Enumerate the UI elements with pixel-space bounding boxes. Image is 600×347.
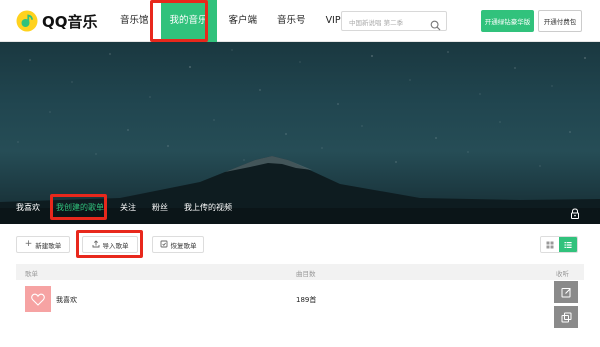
column-plays: 收听 [556,270,569,278]
tab-uploaded-videos[interactable]: 我上传的视频 [176,198,240,218]
nav-client[interactable]: 客户端 [219,0,268,42]
tab-following[interactable]: 关注 [112,198,144,218]
profile-tabs: 我喜欢 我创建的歌单 关注 粉丝 我上传的视频 [0,192,600,224]
track-count: 189首 [296,296,317,304]
tab-my-likes[interactable]: 我喜欢 [8,198,48,218]
upload-icon [92,239,100,250]
nav-music-account[interactable]: 音乐号 [267,0,316,42]
plus-icon: + [24,239,33,249]
restore-playlist-label: 恢复歌单 [170,241,197,250]
lock-icon[interactable] [570,204,580,219]
back-to-top-button[interactable] [554,306,578,328]
top-header: QQ音乐 音乐馆 我的音乐 客户端 音乐号 VIP 中国新说唱 第二季 开通绿钻… [0,0,600,42]
heart-icon [31,293,45,306]
restore-playlist-button[interactable]: 恢复歌单 [152,236,204,253]
playlist-table-header: 歌单 曲目数 收听 [16,264,584,280]
nav-music-hall[interactable]: 音乐馆 [110,0,159,42]
playlist-cover[interactable] [25,286,51,312]
feedback-button[interactable] [554,281,578,303]
copy-icon [561,312,571,322]
new-playlist-label: 新建歌单 [35,241,62,250]
import-playlist-button[interactable]: 导入歌单 [82,236,138,253]
search-icon[interactable] [430,16,441,31]
search-input[interactable]: 中国新说唱 第二季 [341,11,447,31]
new-playlist-button[interactable]: + 新建歌单 [16,236,70,253]
grid-view-icon[interactable] [541,237,559,252]
import-playlist-label: 导入歌单 [102,241,129,250]
search-placeholder: 中国新说唱 第二季 [349,19,404,27]
logo-text: QQ音乐 [42,12,98,31]
tab-created-playlists[interactable]: 我创建的歌单 [48,198,112,218]
restore-icon [160,240,168,250]
nav-my-music[interactable]: 我的音乐 [160,0,217,42]
main-nav: 音乐馆 我的音乐 客户端 音乐号 VIP [110,0,351,42]
view-toggle [540,236,578,253]
column-track-count: 曲目数 [296,270,316,278]
edit-icon [561,287,571,297]
qq-music-logo[interactable]: QQ音乐 [16,9,98,33]
tab-fans[interactable]: 粉丝 [144,198,176,218]
pay-package-button[interactable]: 开通付费包 [538,10,582,32]
green-vip-button[interactable]: 开通绿钻豪华版 [481,10,534,32]
playlist-name[interactable]: 我喜欢 [56,295,77,305]
column-playlist: 歌单 [25,270,38,278]
logo-icon [16,10,38,32]
table-row[interactable]: 我喜欢 189首 [16,282,584,318]
list-view-icon[interactable] [559,237,577,252]
